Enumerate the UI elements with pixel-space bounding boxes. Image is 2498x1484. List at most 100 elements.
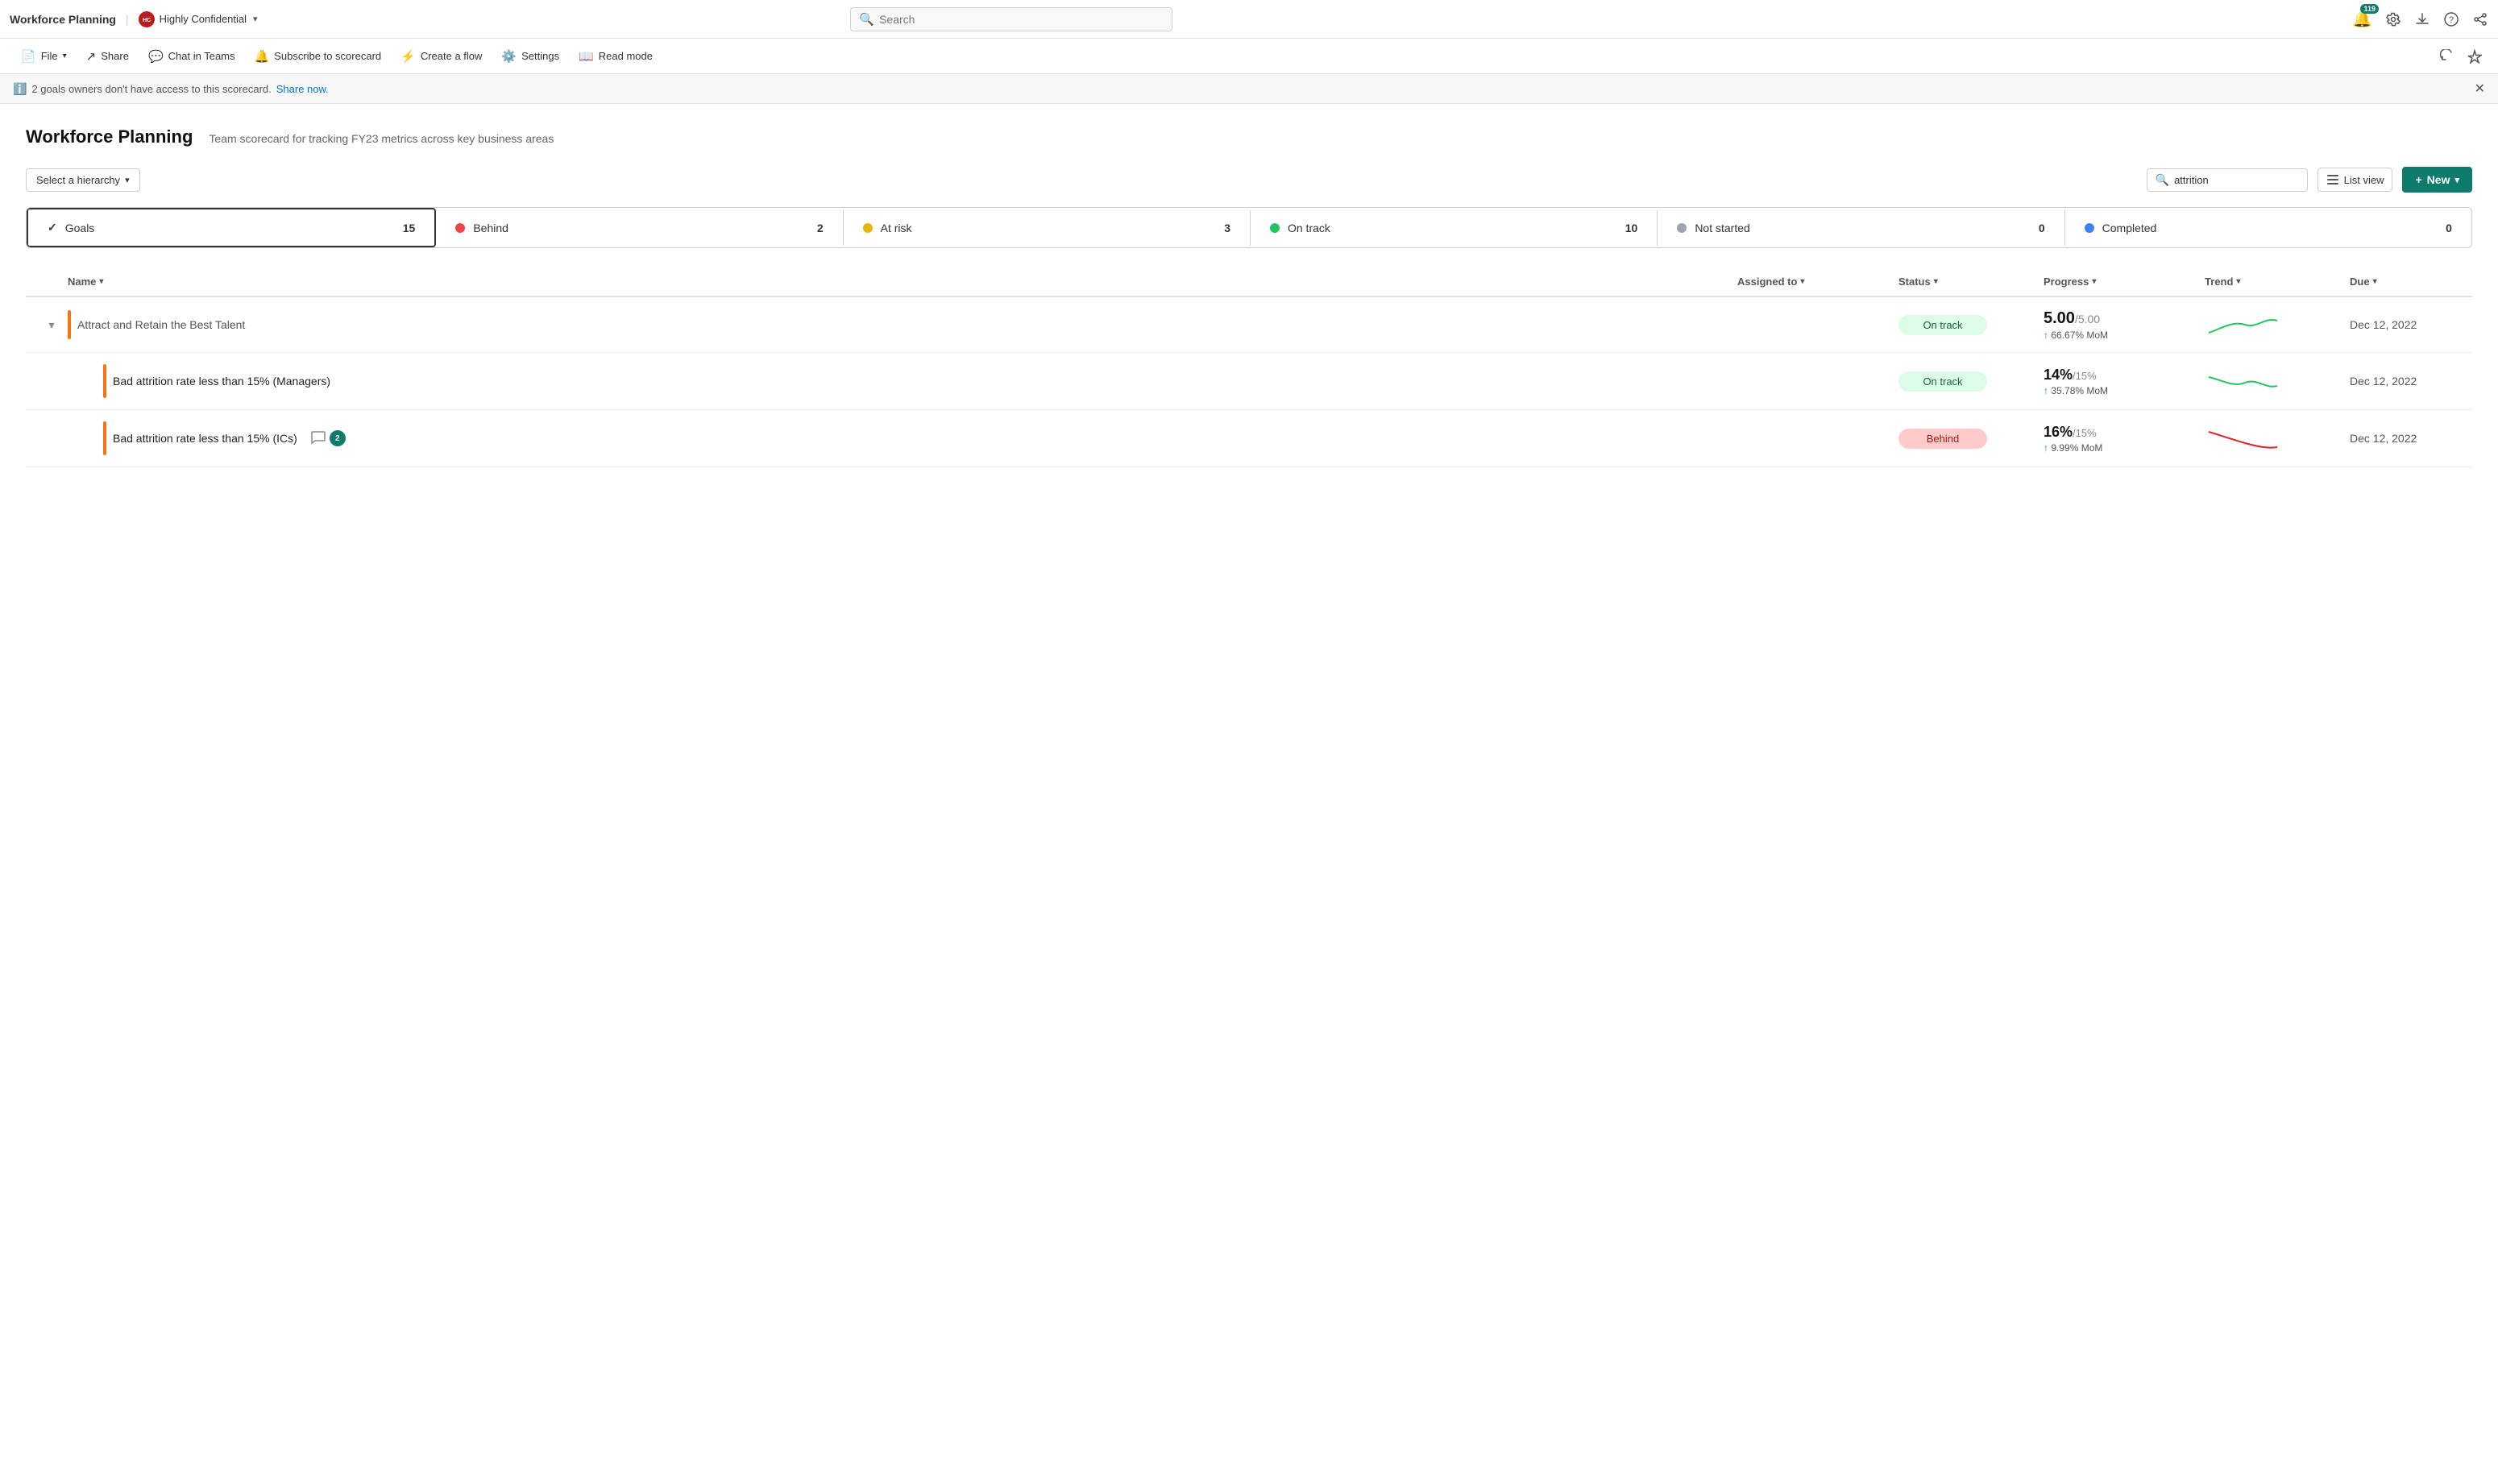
assigned-col-label: Assigned to (1737, 276, 1797, 288)
on-track-count: 10 (1625, 222, 1638, 234)
info-bar: ℹ️ 2 goals owners don't have access to t… (0, 74, 2498, 104)
completed-count: 0 (2446, 222, 2452, 234)
progress-col-label: Progress (2044, 276, 2089, 288)
parent-status-cell: On track (1898, 315, 2044, 335)
new-button[interactable]: + New ▾ (2402, 167, 2472, 193)
name-column-header[interactable]: Name ▾ (68, 276, 1737, 288)
progress-column-header[interactable]: Progress ▾ (2044, 276, 2205, 288)
child-row-ics: Bad attrition rate less than 15% (ICs) 2… (26, 410, 2472, 467)
stat-completed[interactable]: Completed 0 (2065, 210, 2471, 246)
trend-col-label: Trend (2205, 276, 2233, 288)
assigned-to-column-header[interactable]: Assigned to ▾ (1737, 276, 1898, 288)
read-mode-button[interactable]: 📖 Read mode (571, 44, 661, 68)
child-trend-cell-managers (2205, 365, 2350, 397)
confidential-text: Highly Confidential (160, 13, 247, 25)
info-icon: ℹ️ (13, 82, 27, 96)
not-started-count: 0 (2039, 222, 2045, 234)
hierarchy-select[interactable]: Select a hierarchy ▾ (26, 168, 140, 192)
share-link-icon-btn[interactable] (2472, 11, 2488, 27)
behind-label: Behind (473, 222, 508, 234)
toolbar-right (2437, 46, 2485, 67)
teams-icon: 💬 (148, 49, 164, 64)
child-row-name-managers: Bad attrition rate less than 15% (Manage… (113, 375, 330, 388)
table-header: Name ▾ Assigned to ▾ Status ▾ Progress ▾… (26, 267, 2472, 297)
goals-label: Goals (65, 222, 95, 234)
parent-trend-chart (2205, 309, 2277, 341)
create-flow-label: Create a flow (421, 50, 483, 62)
main-content: Workforce Planning Team scorecard for tr… (0, 104, 2498, 467)
stat-goals[interactable]: ✓ Goals 15 (27, 208, 436, 247)
not-started-label: Not started (1695, 222, 1749, 234)
global-search: 🔍 (850, 7, 1172, 31)
child-status-pill-managers: On track (1898, 371, 1987, 392)
notification-button[interactable]: 🔔 119 (2352, 9, 2372, 29)
download-icon-btn[interactable] (2414, 11, 2430, 27)
ics-trend-chart (2205, 422, 2277, 454)
settings-icon-btn[interactable] (2385, 11, 2401, 27)
file-button[interactable]: 📄 File ▾ (13, 44, 75, 68)
confidential-badge: HC Highly Confidential (139, 11, 247, 27)
stat-on-track[interactable]: On track 10 (1251, 210, 1658, 246)
at-risk-label: At risk (881, 222, 912, 234)
status-column-header[interactable]: Status ▾ (1898, 276, 2044, 288)
at-risk-count: 3 (1224, 222, 1230, 234)
child-row-managers: Bad attrition rate less than 15% (Manage… (26, 353, 2472, 410)
parent-mom-arrow: ↑ (2044, 330, 2048, 341)
on-track-label: On track (1288, 222, 1330, 234)
behind-dot (455, 223, 465, 233)
managers-mom-arrow: ↑ (2044, 385, 2048, 396)
share-button[interactable]: ↗ Share (78, 44, 137, 68)
refresh-icon-btn[interactable] (2437, 46, 2458, 67)
confidential-icon: HC (139, 11, 155, 27)
child-progress-cell-ics: 16%/15% ↑ 9.99% MoM (2044, 424, 2205, 454)
svg-text:?: ? (2449, 15, 2454, 25)
chat-in-teams-button[interactable]: 💬 Chat in Teams (140, 44, 243, 68)
new-label: New (2427, 173, 2450, 186)
expand-col (35, 276, 68, 288)
toolbar: 📄 File ▾ ↗ Share 💬 Chat in Teams 🔔 Subsc… (0, 39, 2498, 74)
help-icon-btn[interactable]: ? (2443, 11, 2459, 27)
comment-count-badge: 2 (330, 430, 346, 446)
stat-not-started[interactable]: Not started 0 (1658, 210, 2064, 246)
subscribe-button[interactable]: 🔔 Subscribe to scorecard (247, 44, 390, 68)
stat-at-risk[interactable]: At risk 3 (844, 210, 1251, 246)
share-now-link[interactable]: Share now. (276, 83, 329, 95)
child-progress-target-ics: /15% (2073, 427, 2097, 439)
favorite-icon-btn[interactable] (2464, 46, 2485, 67)
comment-wrapper: 2 (310, 429, 346, 448)
child-row-name-cell-managers: Bad attrition rate less than 15% (Manage… (103, 364, 1737, 398)
new-plus-icon: + (2415, 173, 2421, 186)
filter-input[interactable] (2174, 174, 2271, 186)
info-message: 2 goals owners don't have access to this… (31, 83, 271, 95)
child-status-cell-ics: Behind (1898, 429, 2044, 449)
child-mom-ics: ↑ 9.99% MoM (2044, 442, 2205, 454)
subscribe-icon: 🔔 (255, 49, 270, 64)
search-input[interactable] (879, 13, 1164, 26)
child-row-name-cell-ics: Bad attrition rate less than 15% (ICs) 2 (103, 421, 1737, 455)
parent-status-pill: On track (1898, 315, 1987, 335)
stat-behind[interactable]: Behind 2 (436, 210, 843, 246)
list-view-label: List view (2344, 174, 2384, 186)
child-due-date-managers: Dec 12, 2022 (2350, 375, 2463, 388)
due-column-header[interactable]: Due ▾ (2350, 276, 2463, 288)
row-collapse-button[interactable]: ▾ (35, 318, 68, 332)
comment-icon[interactable] (310, 429, 326, 448)
share-icon: ↗ (86, 49, 97, 64)
top-bar-actions: 🔔 119 ? (2352, 9, 2488, 29)
child-mom-managers: ↑ 35.78% MoM (2044, 385, 2205, 396)
info-bar-close-button[interactable]: ✕ (2475, 81, 2485, 97)
parent-row-name-cell: Attract and Retain the Best Talent (68, 310, 1737, 339)
hierarchy-chevron-icon: ▾ (125, 175, 130, 185)
child-progress-value-managers: 14% (2044, 367, 2073, 383)
child-row-name-ics: Bad attrition rate less than 15% (ICs) (113, 432, 297, 445)
trend-column-header[interactable]: Trend ▾ (2205, 276, 2350, 288)
file-icon: 📄 (21, 49, 36, 64)
on-track-dot (1270, 223, 1280, 233)
confidential-dropdown[interactable]: ▾ (253, 14, 258, 24)
create-flow-button[interactable]: ⚡ Create a flow (392, 44, 490, 68)
settings-button[interactable]: ⚙️ Settings (493, 44, 567, 68)
app-title: Workforce Planning (10, 13, 116, 26)
scorecard-title: Workforce Planning (26, 126, 193, 147)
name-sort-icon: ▾ (99, 277, 103, 286)
list-view-toggle[interactable]: List view (2317, 168, 2393, 192)
